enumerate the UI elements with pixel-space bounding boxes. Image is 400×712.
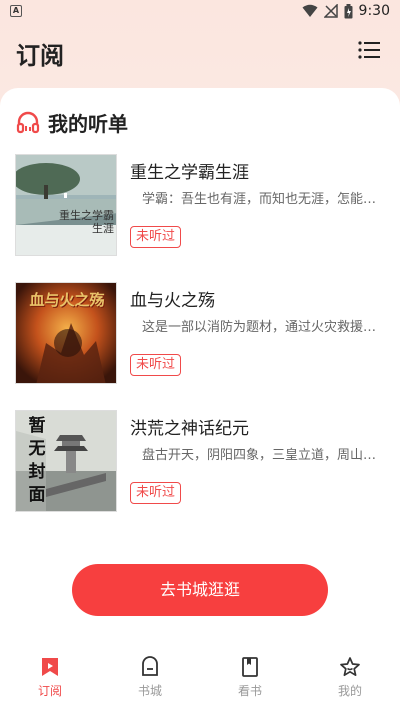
tab-profile[interactable]: 我的 [300,648,400,712]
tab-subscribe[interactable]: 订阅 [0,648,100,712]
section-title: 我的听单 [48,111,128,136]
tab-reading[interactable]: 看书 [200,648,300,712]
book-cover: 暂无封面 [15,410,117,512]
book-title: 洪荒之神话纪元 [130,419,249,439]
header: 订阅 [0,32,400,72]
tab-label: 订阅 [37,684,62,698]
tab-label: 看书 [237,684,262,698]
cover-placeholder-text: 暂无封面 [28,416,46,505]
cover-title-text: 血与火之殇 [29,291,105,309]
list-menu-icon[interactable] [358,40,380,60]
signal-icon [323,4,338,18]
section-header: 我的听单 [16,108,128,136]
book-item[interactable]: 重生之学霸生涯 重生之学霸生涯 学霸：吾生也有涯，而知也无涯，怎能不… 未听过 [15,154,385,258]
book-title: 重生之学霸生涯 [130,163,249,183]
tab-label: 书城 [137,684,162,698]
go-to-bookstore-button[interactable]: 去书城逛逛 [72,564,328,616]
book-cover: 重生之学霸生涯 [15,154,117,256]
book-description: 这是一部以消防为题材，通过火灾救援、… [142,320,385,335]
book-item[interactable]: 血与火之殇 血与火之殇 这是一部以消防为题材，通过火灾救援、… 未听过 [15,282,385,386]
status-badge: 未听过 [130,226,182,248]
star-icon [340,657,360,677]
app-notification-icon: A [10,5,22,17]
bottom-tab-bar: 订阅 书城 看书 我的 [0,648,400,712]
battery-icon [344,3,353,18]
bookmark-icon [42,658,58,676]
shop-icon [142,656,158,676]
tab-bookstore[interactable]: 书城 [100,648,200,712]
page-title: 订阅 [16,42,64,70]
book-description: 学霸：吾生也有涯，而知也无涯，怎能不… [142,192,385,207]
wifi-icon [302,4,318,17]
tab-label: 我的 [337,684,362,698]
book-item[interactable]: 暂无封面 洪荒之神话纪元 盘古开天，阴阳四象，三皇立道，周山永… 未听过 [15,410,385,514]
book-icon [242,657,258,677]
book-cover: 血与火之殇 [15,282,117,384]
status-bar: A 9:30 [0,0,400,24]
cover-title-text: 重生之学霸生涯 [59,209,114,235]
book-description: 盘古开天，阴阳四象，三皇立道，周山永… [142,448,385,463]
status-badge: 未听过 [130,354,182,376]
book-title: 血与火之殇 [130,291,215,311]
status-time: 9:30 [358,3,390,19]
status-badge: 未听过 [130,482,182,504]
headphones-icon [16,111,40,134]
